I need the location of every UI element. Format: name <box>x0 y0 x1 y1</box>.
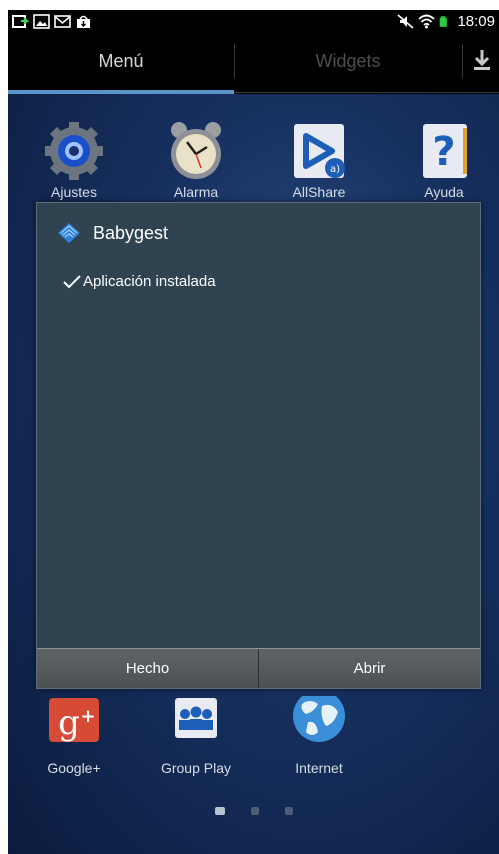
settings-gear-icon <box>45 122 103 180</box>
svg-text:+: + <box>80 706 95 727</box>
download-icon[interactable] <box>470 46 494 74</box>
google-plus-icon: g + <box>49 698 99 743</box>
allshare-play-icon: a) <box>294 124 345 178</box>
app-ayuda[interactable]: ? Ayuda <box>394 120 494 200</box>
open-button[interactable]: Abrir <box>259 649 480 688</box>
app-alarma[interactable]: Alarma <box>146 120 246 200</box>
store-icon <box>77 15 90 28</box>
app-label: Internet <box>295 760 343 776</box>
install-status: Aplicación instalada <box>63 273 216 290</box>
install-dialog: Babygest Aplicación instalada Hecho Abri… <box>36 202 481 689</box>
svg-text:a): a) <box>330 164 340 175</box>
app-label: Alarma <box>173 184 219 200</box>
tab-widgets[interactable]: Widgets <box>235 32 461 90</box>
image-icon <box>33 13 50 29</box>
app-ajustes[interactable]: Ajustes <box>24 120 124 200</box>
install-status-text: Aplicación instalada <box>83 273 216 290</box>
app-google-plus[interactable]: g + Google+ <box>24 696 124 776</box>
tab-bar: Menú Widgets <box>8 32 499 94</box>
app-label: Group Play <box>160 760 232 776</box>
app-label: AllShare <box>292 184 346 200</box>
app-label: Google+ <box>47 760 101 776</box>
dialog-button-bar: Hecho Abrir <box>37 648 480 688</box>
battery-icon <box>440 15 448 27</box>
tab-divider <box>462 44 463 78</box>
svg-text:g: g <box>58 703 80 743</box>
app-label: Ayuda <box>424 184 464 200</box>
page-dot-active[interactable] <box>214 807 225 815</box>
tab-menu[interactable]: Menú <box>8 32 234 90</box>
app-allshare[interactable]: a) AllShare <box>269 120 369 200</box>
status-bar: 18:09 <box>8 10 499 32</box>
babygest-app-icon <box>58 223 80 243</box>
app-label: Ajustes <box>51 184 97 200</box>
tab-selected-indicator <box>8 90 234 94</box>
page-indicator <box>8 807 499 815</box>
svg-text:?: ? <box>432 129 455 175</box>
alarm-clock-icon <box>171 122 221 179</box>
gmail-icon <box>54 14 71 28</box>
app-group-play[interactable]: Group Play <box>146 696 246 776</box>
mute-icon <box>397 13 414 29</box>
group-play-icon <box>175 698 217 738</box>
globe-icon <box>293 696 345 742</box>
clock: 18:09 <box>457 12 495 30</box>
dialog-header: Babygest <box>37 203 480 263</box>
home-screen: 18:09 Menú Widgets Ajustes Alarma a) All… <box>8 10 499 854</box>
page-dot[interactable] <box>284 807 293 815</box>
help-icon: ? <box>423 124 467 178</box>
checkmark-icon <box>63 274 81 288</box>
tab-bar-baseline <box>234 92 499 93</box>
app-internet[interactable]: Internet <box>269 696 369 776</box>
usb-icon <box>12 14 29 28</box>
page-dot[interactable] <box>250 807 259 815</box>
done-button[interactable]: Hecho <box>37 649 258 688</box>
wifi-icon <box>418 14 436 28</box>
dialog-title: Babygest <box>93 222 169 243</box>
